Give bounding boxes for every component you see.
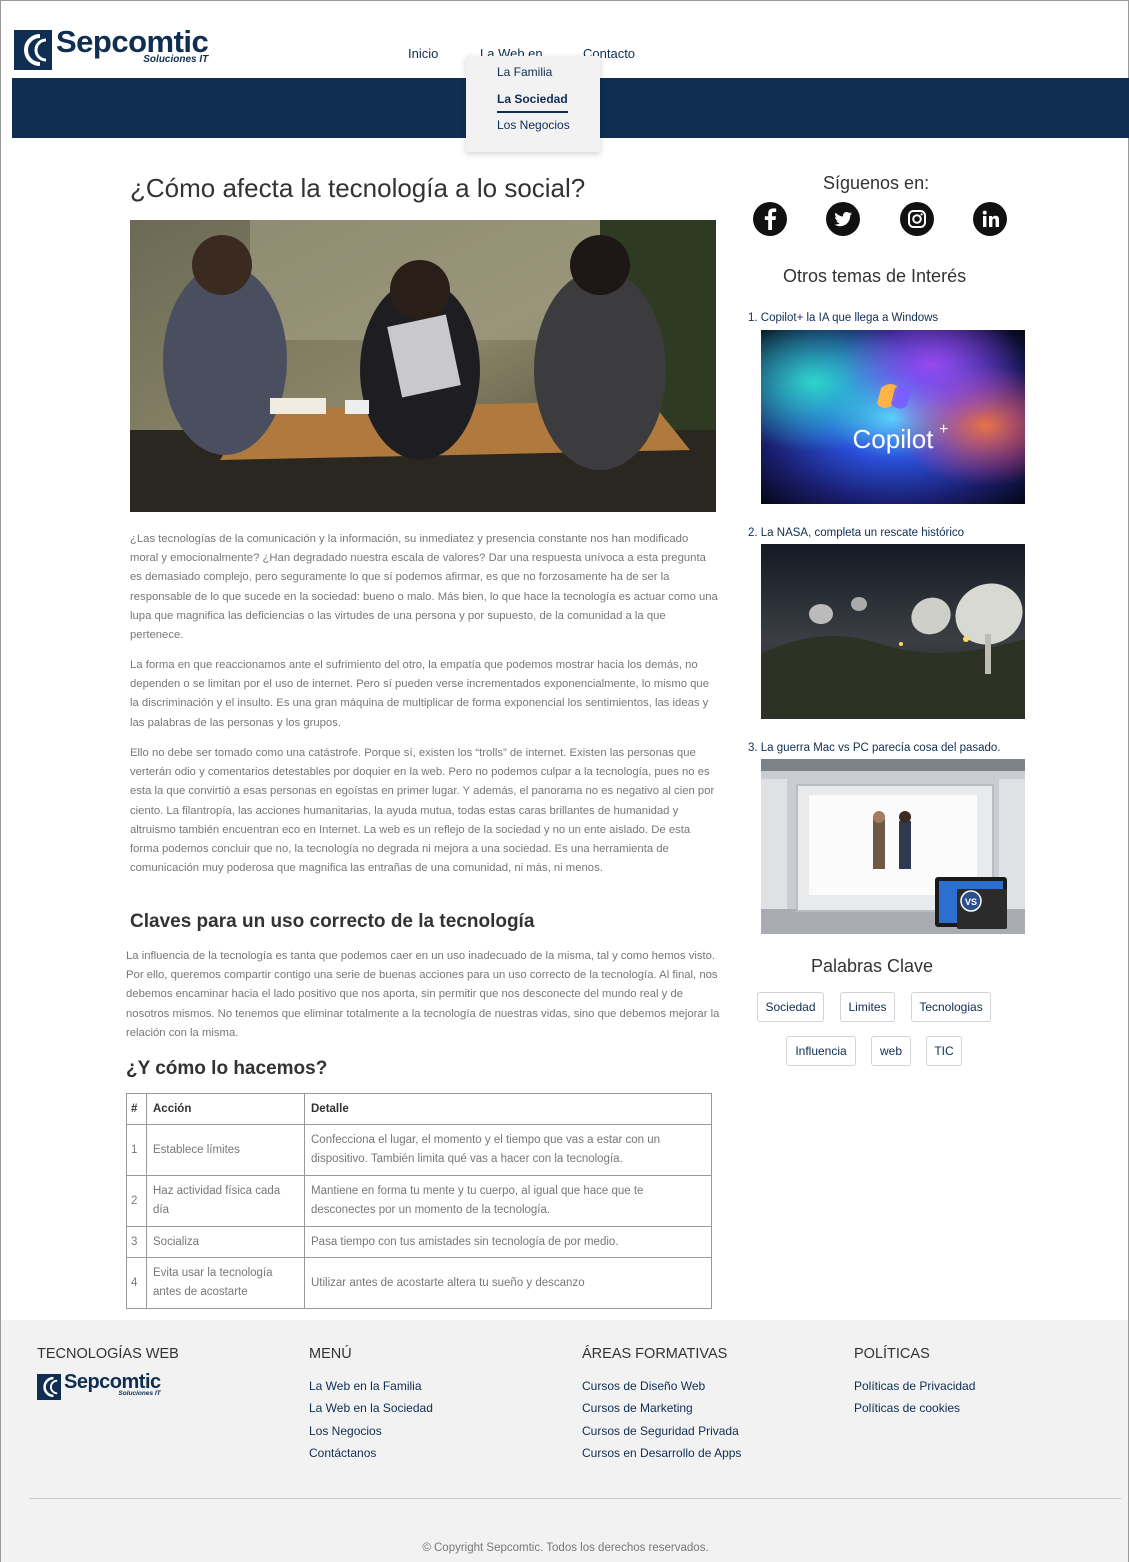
footer-link-apps[interactable]: Cursos en Desarrollo de Apps	[582, 1446, 741, 1460]
twitter-icon[interactable]	[826, 202, 860, 236]
article-paragraph-1: ¿Las tecnologías de la comunicación y la…	[130, 533, 718, 642]
cell-number: 1	[126, 1124, 147, 1176]
article-paragraph-2: La forma en que reaccionamos ante el suf…	[130, 659, 709, 729]
footer-link-seguridad[interactable]: Cursos de Seguridad Privada	[582, 1424, 739, 1438]
dropdown-item-sociedad[interactable]: La Sociedad	[497, 92, 568, 106]
keyword-tag-tecnologias[interactable]: Tecnologias	[911, 992, 991, 1022]
dropdown-item-negocios[interactable]: Los Negocios	[497, 118, 570, 132]
keyword-tag-influencia[interactable]: Influencia	[786, 1036, 856, 1066]
keyword-tag-tic[interactable]: TIC	[926, 1036, 962, 1066]
site-footer: TECNOLOGÍAS WEB Sepcomtic Soluciones IT …	[0, 1320, 1129, 1562]
footer-heading-politicas: POLÍTICAS	[854, 1346, 930, 1362]
brand-logo[interactable]: Sepcomtic Soluciones IT	[14, 24, 209, 74]
footer-link-negocios[interactable]: Los Negocios	[309, 1424, 382, 1438]
brand-name: Sepcomtic	[56, 24, 209, 59]
topic-link-1[interactable]: 1. Copilot+ la IA que llega a Windows	[748, 312, 938, 324]
topic-image-mac-vs-pc[interactable]: VS	[761, 759, 1025, 934]
page-title: ¿Cómo afecta la tecnología a lo social?	[130, 173, 586, 203]
nav-dropdown-menu: La Familia La Sociedad Los Negocios	[466, 56, 600, 152]
col-header-accion: Acción	[146, 1093, 305, 1125]
table-row: 2 Haz actividad física cada día Mantiene…	[126, 1175, 712, 1227]
keyword-tag-web[interactable]: web	[871, 1036, 911, 1066]
footer-link-familia[interactable]: La Web en la Familia	[309, 1379, 422, 1393]
instagram-icon[interactable]	[900, 202, 934, 236]
facebook-icon[interactable]	[753, 202, 787, 236]
linkedin-icon[interactable]	[973, 202, 1007, 236]
table-row: 1 Establece límites Confecciona el lugar…	[126, 1124, 712, 1176]
topic-image-nasa[interactable]	[761, 544, 1025, 719]
footer-divider	[29, 1498, 1121, 1499]
cell-detalle: Confecciona el lugar, el momento y el ti…	[304, 1124, 712, 1176]
footer-link-marketing[interactable]: Cursos de Marketing	[582, 1401, 693, 1415]
article-paragraph-3: Ello no debe ser tomado como una catástr…	[130, 747, 715, 875]
footer-logo-mark-icon	[37, 1374, 61, 1400]
table-header-row: # Acción Detalle	[126, 1093, 712, 1125]
footer-brand-name: Sepcomtic	[64, 1371, 161, 1393]
footer-link-privacidad[interactable]: Políticas de Privacidad	[854, 1379, 975, 1393]
col-header-detalle: Detalle	[304, 1093, 712, 1125]
copyright-text: © Copyright Sepcomtic. Todos los derecho…	[422, 1542, 709, 1554]
topic-image-copilot[interactable]: Copilot +	[761, 330, 1025, 504]
cell-number: 3	[126, 1226, 147, 1258]
topic-link-3[interactable]: 3. La guerra Mac vs PC parecía cosa del …	[748, 742, 1001, 754]
cell-number: 4	[126, 1257, 147, 1309]
cell-number: 2	[126, 1175, 147, 1227]
table-row: 4 Evita usar la tecnología antes de acos…	[126, 1257, 712, 1309]
table-row: 3 Socializa Pasa tiempo con tus amistade…	[126, 1226, 712, 1258]
dropdown-item-familia[interactable]: La Familia	[497, 65, 552, 79]
footer-link-diseno-web[interactable]: Cursos de Diseño Web	[582, 1379, 705, 1393]
footer-heading-menu: MENÚ	[309, 1346, 352, 1362]
cell-detalle: Utilizar antes de acostarte altera tu su…	[304, 1257, 712, 1309]
section-heading-como: ¿Y cómo lo hacemos?	[126, 1058, 328, 1079]
cell-accion: Socializa	[146, 1226, 305, 1258]
article-paragraph-4: La influencia de la tecnología es tanta …	[126, 950, 720, 1039]
footer-logo[interactable]: Sepcomtic Soluciones IT	[37, 1372, 161, 1402]
hero-image	[130, 220, 716, 512]
footer-link-contactanos[interactable]: Contáctanos	[309, 1446, 376, 1460]
logo-mark-icon	[14, 30, 52, 70]
keyword-tag-sociedad[interactable]: Sociedad	[757, 992, 824, 1022]
keywords-title: Palabras Clave	[811, 956, 934, 976]
actions-table: # Acción Detalle 1 Establece límites Con…	[126, 1093, 712, 1309]
cell-accion: Evita usar la tecnología antes de acosta…	[146, 1257, 305, 1309]
nav-inicio[interactable]: Inicio	[408, 46, 448, 61]
topics-title: Otros temas de Interés	[783, 266, 967, 286]
follow-title: Síguenos en:	[823, 173, 930, 193]
footer-link-cookies[interactable]: Políticas de cookies	[854, 1401, 960, 1415]
cell-detalle: Pasa tiempo con tus amistades sin tecnol…	[304, 1226, 712, 1258]
copilot-logo-text: Copilot	[853, 424, 935, 454]
cell-accion: Haz actividad física cada día	[146, 1175, 305, 1227]
cell-accion: Establece límites	[146, 1124, 305, 1176]
col-header-number: #	[126, 1093, 147, 1125]
footer-link-sociedad[interactable]: La Web en la Sociedad	[309, 1401, 433, 1415]
footer-heading-areas: ÁREAS FORMATIVAS	[582, 1346, 728, 1362]
active-underline	[497, 111, 568, 113]
cell-detalle: Mantiene en forma tu mente y tu cuerpo, …	[304, 1175, 712, 1227]
topic-link-2[interactable]: 2. La NASA, completa un rescate históric…	[748, 527, 964, 539]
keyword-tag-limites[interactable]: Limites	[840, 992, 895, 1022]
vs-badge-text: VS	[965, 897, 977, 907]
footer-heading-tecnologias: TECNOLOGÍAS WEB	[37, 1346, 179, 1362]
svg-text:+: +	[939, 421, 948, 438]
section-heading-claves: Claves para un uso correcto de la tecnol…	[130, 911, 535, 932]
